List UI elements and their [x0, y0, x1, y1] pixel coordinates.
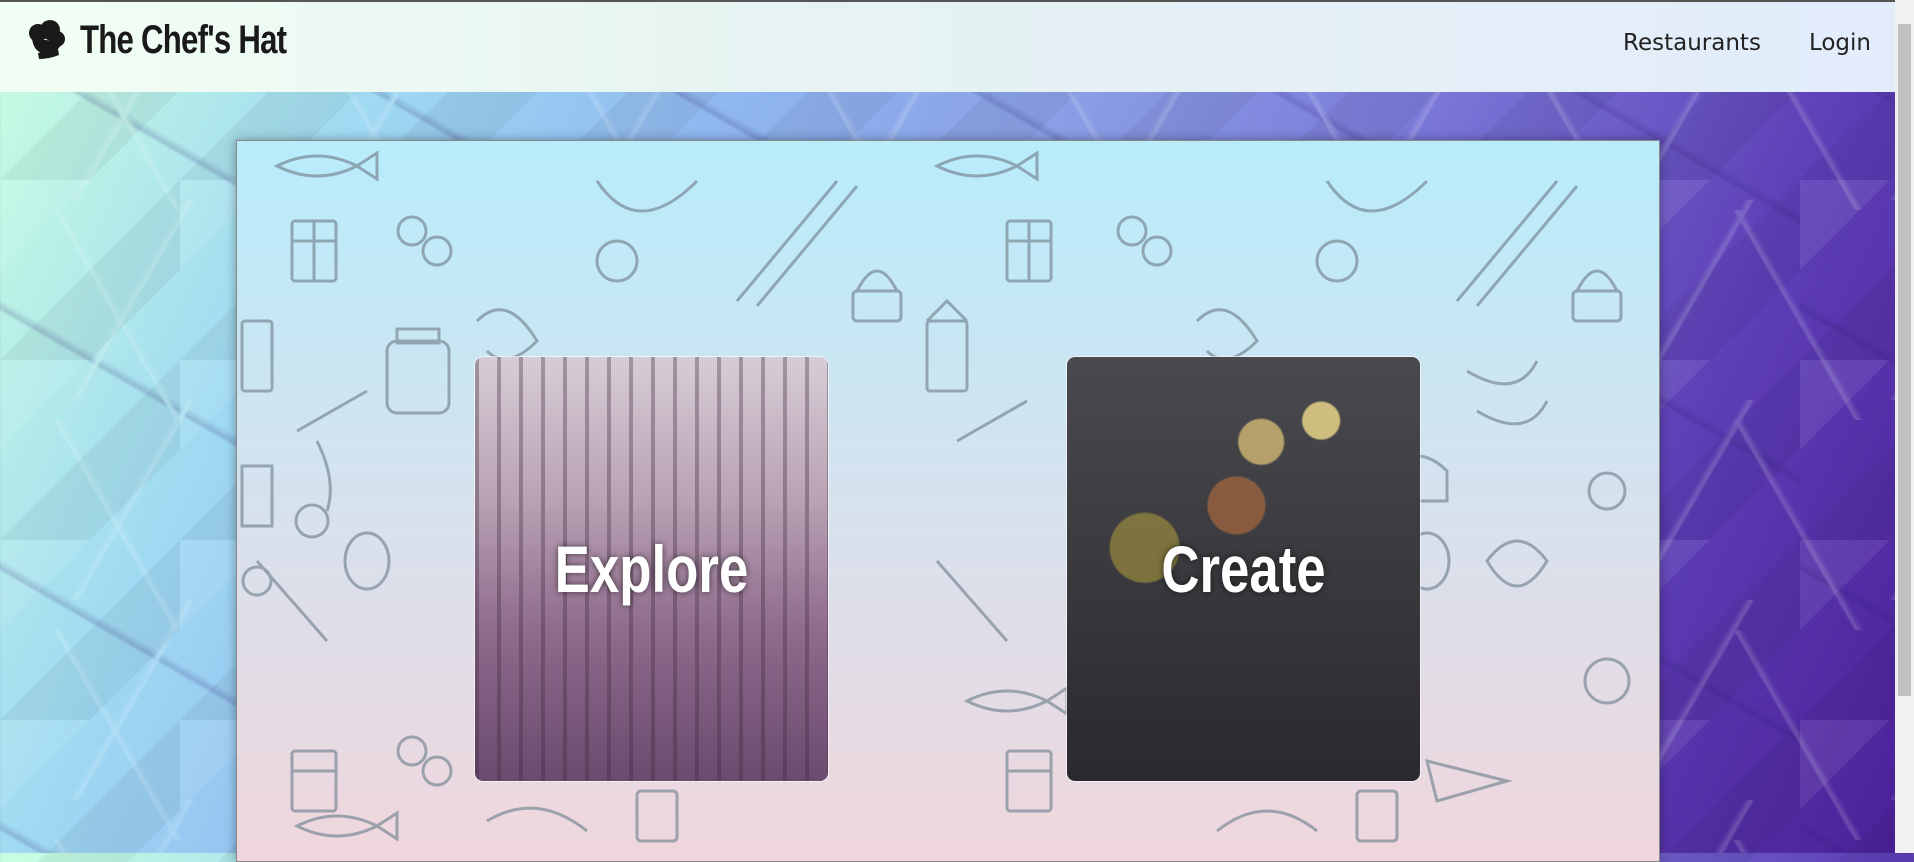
chef-hat-icon — [29, 19, 65, 59]
scrollbar-thumb[interactable] — [1898, 24, 1911, 696]
explore-card[interactable]: Explore — [475, 357, 828, 781]
create-card-label: Create — [1161, 532, 1326, 606]
hero-panel: Explore Create — [236, 140, 1660, 862]
brand-title: The Chef's Hat — [80, 18, 287, 62]
navbar: The Chef's Hat Restaurants Login — [0, 0, 1895, 92]
explore-card-label: Explore — [554, 532, 749, 606]
vertical-scrollbar[interactable] — [1895, 0, 1914, 853]
brand[interactable]: The Chef's Hat — [24, 18, 344, 63]
food-doodle-pattern — [240, 150, 1631, 843]
create-card[interactable]: Create — [1067, 357, 1420, 781]
nav-links: Restaurants Login — [1623, 30, 1871, 56]
nav-link-restaurants[interactable]: Restaurants — [1623, 30, 1761, 56]
nav-link-login[interactable]: Login — [1809, 30, 1871, 56]
